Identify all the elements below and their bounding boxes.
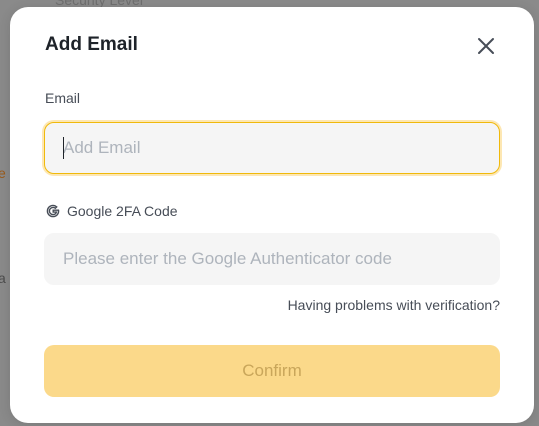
background-text-left-2: a (0, 270, 6, 286)
google-2fa-code-field[interactable] (45, 234, 499, 284)
text-caret (63, 137, 64, 159)
google-2fa-label: Google 2FA Code (67, 203, 178, 219)
confirm-button[interactable]: Confirm (44, 345, 500, 397)
verification-help-link[interactable]: Having problems with verification? (288, 297, 500, 313)
email-field-wrapper (44, 122, 500, 174)
email-field[interactable] (45, 123, 499, 173)
close-icon (478, 38, 494, 54)
google-2fa-label-row: Google 2FA Code (45, 203, 178, 219)
google-2fa-field-wrapper (44, 233, 500, 285)
close-button[interactable] (474, 34, 498, 58)
google-icon (46, 204, 60, 218)
add-email-modal: Add Email Email Google 2FA Code Having p… (10, 7, 534, 423)
email-label: Email (45, 90, 81, 106)
background-text-left-1: e (0, 165, 6, 181)
modal-title: Add Email (45, 34, 138, 55)
